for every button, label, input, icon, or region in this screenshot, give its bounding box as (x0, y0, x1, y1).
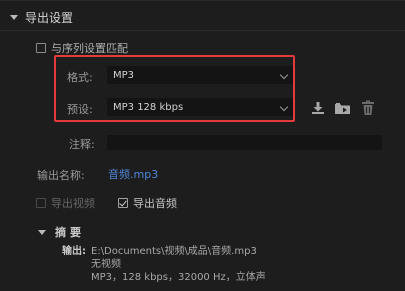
export-audio-row: 导出音频 (118, 195, 177, 211)
preset-value: MP3 128 kbps (113, 101, 184, 113)
delete-preset-button[interactable] (361, 100, 375, 116)
format-dropdown[interactable]: MP3 (107, 66, 293, 84)
export-video-checkbox[interactable] (36, 198, 46, 208)
summary-audio-line: MP3，128 kbps，32000 Hz，立体声 (91, 272, 266, 283)
comment-input[interactable] (107, 135, 382, 150)
export-audio-label: 导出音频 (133, 197, 177, 210)
section-title: 导出设置 (25, 10, 74, 25)
chevron-down-icon (279, 102, 289, 112)
import-preset-button[interactable] (334, 100, 352, 116)
output-name-link[interactable]: 音频.mp3 (108, 166, 158, 182)
format-label: 格式: (67, 71, 93, 84)
summary-output-label: 输出: (62, 246, 86, 257)
match-sequence-row: 与序列设置匹配 (36, 40, 128, 56)
export-audio-checkbox[interactable] (118, 198, 128, 208)
collapse-caret-icon[interactable] (38, 229, 46, 235)
summary-header[interactable]: 摘要 (38, 224, 85, 240)
preset-label: 预设: (67, 103, 93, 116)
export-settings-header[interactable]: 导出设置 (10, 8, 73, 26)
match-sequence-checkbox[interactable] (36, 43, 46, 53)
trash-icon (362, 100, 374, 115)
output-name-label: 输出名称: (37, 169, 85, 182)
download-icon (312, 102, 324, 114)
save-preset-button[interactable] (310, 100, 326, 116)
collapse-caret-icon[interactable] (10, 14, 18, 20)
export-video-label: 导出视频 (51, 197, 95, 210)
summary-title: 摘要 (55, 226, 85, 239)
format-value: MP3 (113, 69, 135, 81)
section-divider (0, 30, 405, 31)
chevron-down-icon (279, 70, 289, 80)
preset-dropdown[interactable]: MP3 128 kbps (107, 98, 293, 116)
folder-icon (335, 103, 350, 114)
export-video-row: 导出视频 (36, 195, 95, 211)
match-sequence-label: 与序列设置匹配 (51, 42, 128, 55)
comment-label: 注释: (69, 138, 95, 151)
top-border (0, 0, 405, 1)
